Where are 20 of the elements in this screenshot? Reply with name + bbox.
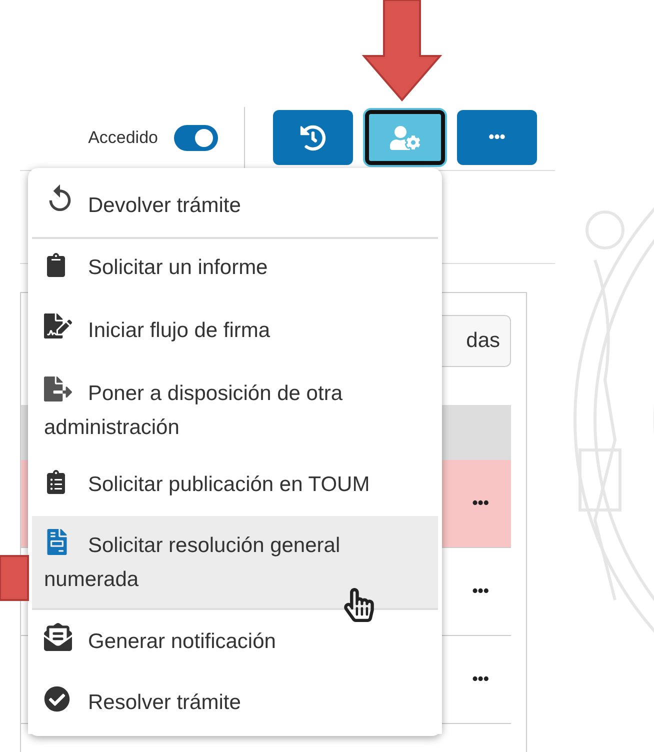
menu-item[interactable]: Devolver trámite	[32, 170, 438, 239]
menu-item[interactable]: Solicitar resolución general numerada	[32, 516, 438, 610]
arrow-annotation-icon	[0, 555, 30, 601]
history-button[interactable]	[273, 110, 353, 165]
menu-item[interactable]: Solicitar publicación en TOUM	[28, 456, 442, 516]
history-icon	[300, 124, 326, 150]
user-settings-button[interactable]	[365, 110, 445, 165]
menu-item[interactable]: Resolver trámite	[28, 673, 442, 734]
menu-item[interactable]: Poner a disposición de otra administración	[28, 362, 442, 456]
arrow-annotation-icon	[362, 0, 442, 102]
row-actions-button[interactable]: •••	[472, 582, 489, 600]
more-button[interactable]: •••	[457, 110, 537, 165]
menu-item[interactable]: Generar notificación	[28, 610, 442, 673]
hand-cursor-icon	[342, 588, 376, 622]
row-actions-button[interactable]: •••	[472, 494, 489, 512]
menu-item[interactable]: Iniciar flujo de firma	[28, 299, 442, 362]
menu-item[interactable]: Solicitar un informe	[28, 239, 442, 299]
row-actions-button[interactable]: •••	[472, 670, 489, 688]
toggle-label: Accedido	[88, 128, 158, 148]
toggle-switch[interactable]	[174, 124, 218, 150]
